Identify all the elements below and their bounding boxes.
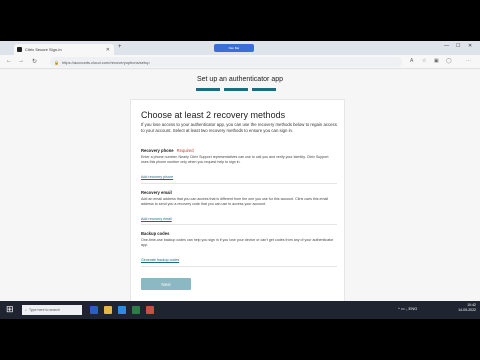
desktop-screen: Citrix Secure Sign-In ✕ + Nav Bar — ☐ ✕ …: [0, 41, 480, 319]
section-title: Backup codes: [141, 231, 170, 236]
citrix-favicon-icon: [17, 47, 22, 52]
refresh-icon[interactable]: ↻: [32, 58, 37, 65]
progress-steps: [196, 88, 276, 91]
more-menu-icon[interactable]: ⋯: [466, 58, 471, 64]
task-view-icon[interactable]: [90, 306, 98, 314]
lock-icon: 🔒: [54, 59, 59, 65]
recovery-email-section: Recovery email Add an email address that…: [141, 190, 337, 225]
add-recovery-phone-link[interactable]: Add recovery phone: [141, 175, 173, 179]
url-field[interactable]: 🔒 https://accounts.cloud.com/recoveryopt…: [50, 57, 402, 67]
section-description: Add an email address that you can access…: [141, 197, 329, 206]
backup-codes-section: Backup codes One-time-use backup codes c…: [141, 231, 337, 266]
page-content: Set up an authenticator app Choose at le…: [0, 70, 480, 319]
minimize-button[interactable]: —: [444, 43, 449, 49]
step-indicator: [252, 88, 276, 91]
new-tab-button[interactable]: +: [118, 44, 122, 50]
recovery-phone-section: Recovery phone Required Enter a phone num…: [141, 148, 337, 183]
generate-backup-codes-link[interactable]: Generate backup codes: [141, 258, 179, 262]
url-text: https://accounts.cloud.com/recoveryoptio…: [61, 59, 150, 65]
section-title: Recovery phone Required: [141, 148, 337, 153]
next-button[interactable]: Next: [141, 278, 191, 290]
recovery-methods-card: Choose at least 2 recovery methods If yo…: [130, 99, 345, 305]
card-intro: If you lose access to your authenticator…: [141, 122, 337, 133]
taskbar-search[interactable]: ⌕ Type here to search: [22, 305, 82, 315]
system-tray[interactable]: ^ ▭ ◟ ENG: [398, 306, 417, 311]
collections-icon[interactable]: ▣: [434, 58, 439, 64]
clock-date: 14-09-2022: [458, 308, 476, 312]
section-description: One-time-use backup codes can help you s…: [141, 238, 334, 247]
tab-close-icon[interactable]: ✕: [106, 47, 110, 53]
section-divider: [141, 183, 337, 184]
favorites-star-icon[interactable]: ☆: [422, 58, 426, 64]
back-icon[interactable]: ←: [6, 58, 12, 64]
forward-icon[interactable]: →: [18, 58, 24, 64]
powerpoint-icon[interactable]: [146, 306, 154, 314]
section-divider: [141, 224, 337, 225]
browser-tab[interactable]: Citrix Secure Sign-In ✕: [14, 44, 114, 55]
tab-title: Citrix Secure Sign-In: [25, 47, 62, 52]
profile-icon[interactable]: ◯: [446, 58, 452, 64]
window-close-button[interactable]: ✕: [468, 43, 472, 49]
search-icon: ⌕: [25, 308, 27, 312]
browser-titlebar: Citrix Secure Sign-In ✕ + Nav Bar — ☐ ✕: [0, 41, 480, 55]
page-title: Set up an authenticator app: [196, 76, 283, 83]
taskbar-clock[interactable]: 10:42 14-09-2022: [458, 303, 476, 313]
center-badge: Nav Bar: [214, 44, 254, 52]
section-title-text: Recovery phone: [141, 148, 174, 153]
section-divider: [141, 266, 337, 267]
section-title: Recovery email: [141, 190, 172, 195]
read-aloud-icon[interactable]: A: [410, 58, 413, 64]
file-explorer-icon[interactable]: [104, 306, 112, 314]
excel-icon[interactable]: [132, 306, 140, 314]
card-heading: Choose at least 2 recovery methods: [141, 110, 286, 120]
taskbar-search-placeholder: Type here to search: [28, 308, 60, 312]
step-indicator: [196, 88, 220, 91]
step-indicator: [224, 88, 248, 91]
address-bar-row: ← → ↻ 🔒 https://accounts.cloud.com/recov…: [0, 55, 480, 69]
windows-start-icon[interactable]: ⊞: [6, 305, 14, 314]
section-description: Enter a phone number. Nearly Citrix Supp…: [141, 155, 329, 164]
required-badge: Required: [176, 148, 194, 153]
add-recovery-email-link[interactable]: Add recovery email: [141, 217, 172, 221]
edge-browser-icon[interactable]: [118, 306, 126, 314]
windows-taskbar: ⊞ ⌕ Type here to search ^ ▭ ◟ ENG 10:42 …: [0, 301, 480, 319]
maximize-button[interactable]: ☐: [456, 43, 460, 49]
